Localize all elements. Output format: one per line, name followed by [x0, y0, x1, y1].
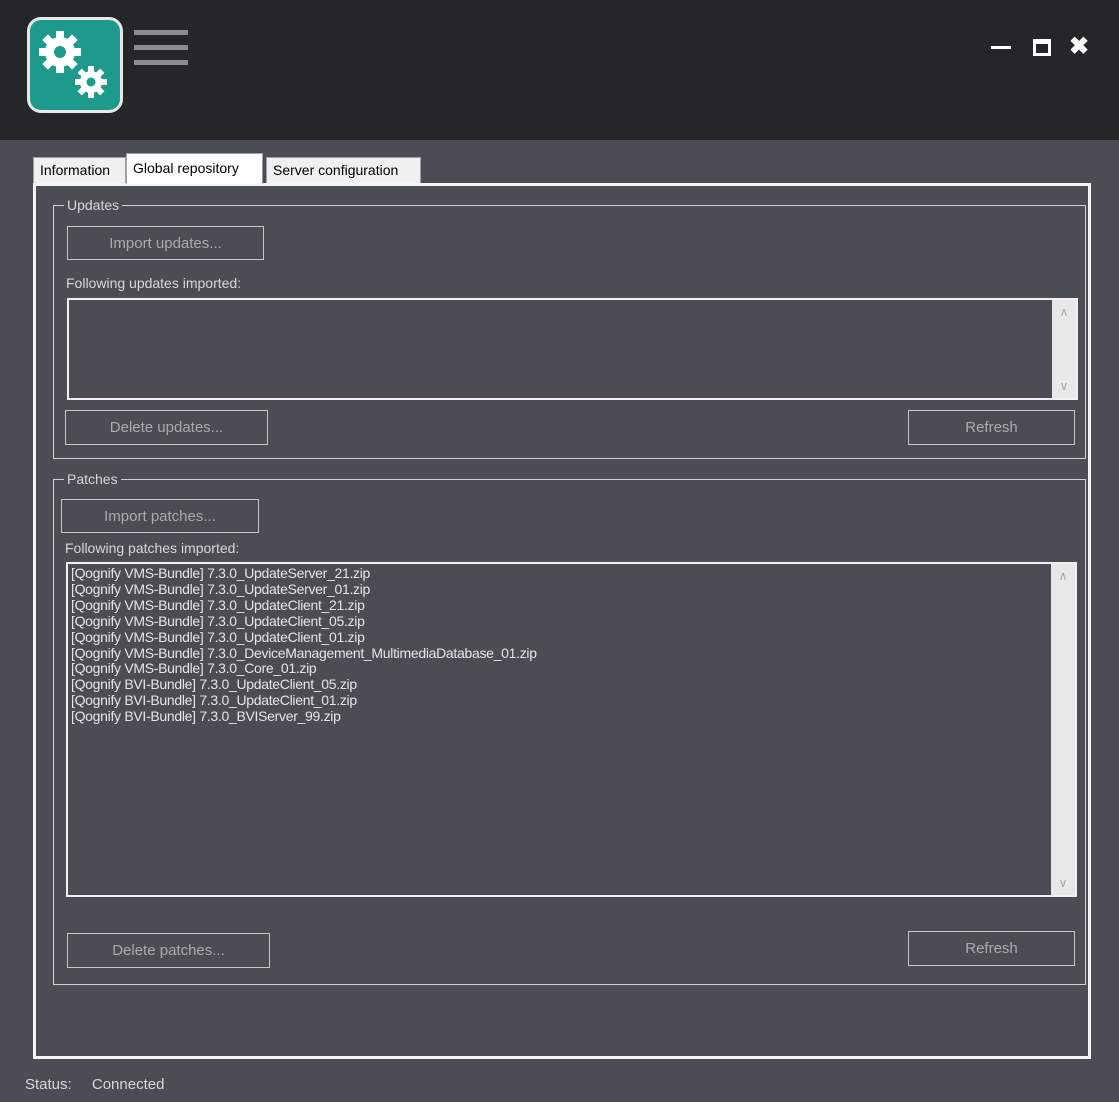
gears-icon — [27, 17, 123, 113]
patches-group: Patches Import patches... Following patc… — [53, 470, 1086, 985]
title-bar: ✖ — [0, 0, 1119, 140]
minimize-icon[interactable] — [988, 34, 1014, 60]
status-label: Status: — [25, 1076, 72, 1093]
list-item[interactable]: [Qognify VMS-Bundle] 7.3.0_DeviceManagem… — [71, 645, 1049, 662]
list-item[interactable]: [Qognify BVI-Bundle] 7.3.0_UpdateClient_… — [71, 676, 1049, 693]
tab-global-repository[interactable]: Global repository — [126, 153, 263, 184]
patches-list-items: [Qognify VMS-Bundle] 7.3.0_UpdateServer_… — [71, 565, 1049, 725]
updates-list-label: Following updates imported: — [66, 275, 242, 291]
updates-list[interactable]: ∧ ∨ — [67, 298, 1078, 400]
patches-list[interactable]: [Qognify VMS-Bundle] 7.3.0_UpdateServer_… — [66, 562, 1077, 897]
maximize-icon[interactable] — [1029, 34, 1055, 60]
list-item[interactable]: [Qognify VMS-Bundle] 7.3.0_Core_01.zip — [71, 661, 1049, 677]
patches-scrollbar[interactable]: ∧ ∨ — [1051, 564, 1075, 895]
import-updates-button[interactable]: Import updates... — [67, 226, 264, 260]
patches-list-label: Following patches imported: — [65, 540, 240, 556]
global-repository-panel: Updates Import updates... Following upda… — [33, 183, 1091, 1059]
delete-updates-button[interactable]: Delete updates... — [65, 410, 268, 445]
delete-patches-button[interactable]: Delete patches... — [67, 933, 270, 968]
list-item[interactable]: [Qognify BVI-Bundle] 7.3.0_UpdateClient_… — [71, 692, 1049, 709]
close-icon[interactable]: ✖ — [1066, 34, 1092, 60]
scroll-down-icon[interactable]: ∨ — [1051, 873, 1075, 893]
list-item[interactable]: [Qognify VMS-Bundle] 7.3.0_UpdateClient_… — [71, 613, 1049, 630]
updates-scrollbar[interactable]: ∧ ∨ — [1052, 300, 1076, 398]
scroll-up-icon[interactable]: ∧ — [1051, 566, 1075, 586]
scroll-down-icon[interactable]: ∨ — [1052, 376, 1076, 396]
refresh-patches-button[interactable]: Refresh — [908, 931, 1075, 966]
list-item[interactable]: [Qognify VMS-Bundle] 7.3.0_UpdateClient_… — [71, 629, 1049, 646]
scroll-up-icon[interactable]: ∧ — [1052, 302, 1076, 322]
status-bar: Status: Connected — [25, 1076, 180, 1093]
tab-information[interactable]: Information — [33, 157, 126, 183]
status-value: Connected — [91, 1076, 165, 1093]
list-item[interactable]: [Qognify VMS-Bundle] 7.3.0_UpdateServer_… — [71, 581, 1049, 598]
tab-server-configuration[interactable]: Server configuration — [266, 157, 421, 183]
patches-legend: Patches — [64, 470, 121, 488]
hamburger-menu-icon[interactable] — [134, 30, 188, 68]
list-item[interactable]: [Qognify VMS-Bundle] 7.3.0_UpdateServer_… — [71, 565, 1049, 582]
list-item[interactable]: [Qognify BVI-Bundle] 7.3.0_BVIServer_99.… — [71, 708, 1049, 725]
import-patches-button[interactable]: Import patches... — [61, 499, 259, 533]
list-item[interactable]: [Qognify VMS-Bundle] 7.3.0_UpdateClient_… — [71, 597, 1049, 614]
updates-group: Updates Import updates... Following upda… — [53, 196, 1086, 459]
updates-legend: Updates — [64, 196, 123, 214]
refresh-updates-button[interactable]: Refresh — [908, 410, 1075, 445]
